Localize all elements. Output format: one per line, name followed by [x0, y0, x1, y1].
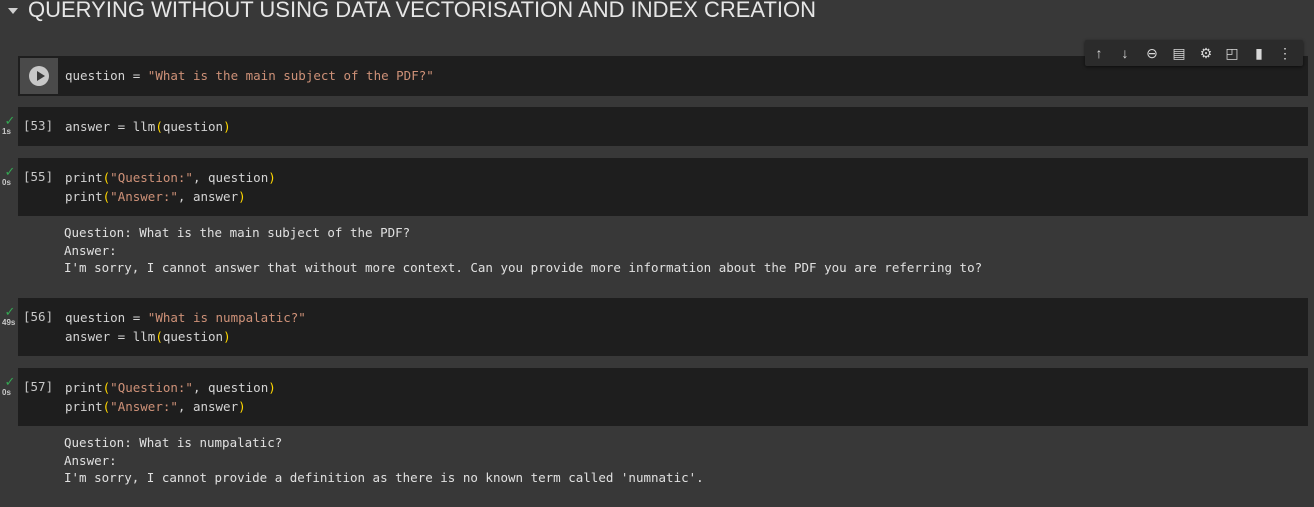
code-token: question =	[65, 310, 148, 325]
arrow-up-icon[interactable]: ↑	[1090, 44, 1108, 62]
output-line: I'm sorry, I cannot answer that without …	[64, 260, 983, 275]
output-line: Question: What is numpalatic?	[64, 435, 283, 450]
code-token: "Question:"	[110, 170, 193, 185]
check-icon: ✓	[4, 113, 16, 128]
check-icon: ✓	[4, 374, 16, 389]
code-token: answer = llm	[65, 329, 156, 344]
code-cell[interactable]: [55] print("Question:", question) print("…	[18, 158, 1308, 216]
code-token: )	[223, 329, 231, 344]
code-token: "Answer:"	[110, 399, 178, 414]
code-token: )	[238, 189, 246, 204]
check-icon: ✓	[4, 304, 16, 319]
cell-output: Question: What is numpalatic? Answer: I'm …	[64, 434, 704, 487]
code-line: question = "What is the main subject of …	[65, 66, 434, 85]
code-token: question	[162, 329, 224, 344]
cell-status: ✓ 49s	[2, 304, 18, 328]
code-token: print	[65, 189, 103, 204]
execution-count: [57]	[23, 379, 54, 394]
code-token: print	[65, 380, 103, 395]
code-token: answer = llm	[65, 119, 156, 134]
output-line: Question: What is the main subject of th…	[64, 225, 411, 240]
run-cell-button[interactable]	[20, 58, 58, 94]
code-token: "What is numpalatic?"	[147, 310, 306, 325]
section-title: QUERYING WITHOUT USING DATA VECTORISATIO…	[28, 0, 817, 22]
code-line: print("Question:", question)	[65, 378, 276, 397]
code-line: print("Question:", question)	[65, 168, 276, 187]
cell-status: ✓ 0s	[2, 164, 18, 188]
delete-icon[interactable]: ▮	[1250, 44, 1268, 62]
execution-count: [53]	[23, 118, 54, 133]
arrow-down-icon[interactable]: ↓	[1116, 44, 1134, 62]
cell-code[interactable]: answer = llm(question)	[65, 117, 231, 136]
cell-code[interactable]: question = "What is the main subject of …	[65, 66, 434, 85]
code-token: (	[155, 329, 163, 344]
cell-toolbar: ↑ ↓ ⊖ ▤ ⚙ ◰ ▮ ⋮	[1085, 40, 1303, 66]
code-token: )	[223, 119, 231, 134]
cell-code[interactable]: print("Question:", question) print("Answe…	[65, 168, 276, 206]
code-line: question = "What is numpalatic?"	[65, 308, 306, 327]
code-token: , answer	[177, 399, 239, 414]
cell-status: ✓ 0s	[2, 374, 18, 398]
code-token: )	[268, 380, 276, 395]
execution-count: [56]	[23, 309, 54, 324]
cell-output: Question: What is the main subject of th…	[64, 224, 982, 277]
code-token: "What is the main subject of the PDF?"	[147, 68, 434, 83]
code-cell[interactable]: [53] answer = llm(question)	[18, 107, 1308, 146]
code-line: answer = llm(question)	[65, 117, 231, 136]
cell-code[interactable]: print("Question:", question) print("Answe…	[65, 378, 276, 416]
output-line: Answer:	[64, 452, 117, 468]
code-cell[interactable]: [57] print("Question:", question) print("…	[18, 368, 1308, 426]
more-vert-icon[interactable]: ⋮	[1276, 44, 1294, 62]
output-line: Answer:	[64, 242, 117, 258]
check-icon: ✓	[4, 164, 16, 179]
code-cell[interactable]: [56] question = "What is numpalatic?" ans…	[18, 298, 1308, 356]
code-line: answer = llm(question)	[65, 327, 306, 346]
execution-count: [55]	[23, 169, 54, 184]
cell-code[interactable]: question = "What is numpalatic?" answer =…	[65, 308, 306, 346]
code-token: , answer	[177, 189, 239, 204]
link-icon[interactable]: ⊖	[1143, 44, 1161, 62]
cell-status: ✓ 1s	[2, 113, 18, 137]
code-token: "Question:"	[110, 380, 193, 395]
code-token: print	[65, 399, 103, 414]
code-line: print("Answer:", answer)	[65, 187, 276, 206]
mirror-cell-icon[interactable]: ◰	[1223, 44, 1241, 62]
code-token: (	[155, 119, 163, 134]
code-token: )	[238, 399, 246, 414]
code-token: , question	[192, 380, 269, 395]
code-token: question	[162, 119, 224, 134]
output-line: I'm sorry, I cannot provide a definition…	[64, 470, 704, 485]
code-line: print("Answer:", answer)	[65, 397, 276, 416]
comment-icon[interactable]: ▤	[1170, 44, 1188, 62]
code-token: question =	[65, 68, 148, 83]
section-header[interactable]: QUERYING WITHOUT USING DATA VECTORISATIO…	[0, 0, 1314, 24]
code-token: )	[268, 170, 276, 185]
code-token: "Answer:"	[110, 189, 178, 204]
collapse-arrow-icon[interactable]	[8, 8, 18, 14]
code-token: print	[65, 170, 103, 185]
code-token: , question	[192, 170, 269, 185]
gear-icon[interactable]: ⚙	[1197, 44, 1215, 62]
